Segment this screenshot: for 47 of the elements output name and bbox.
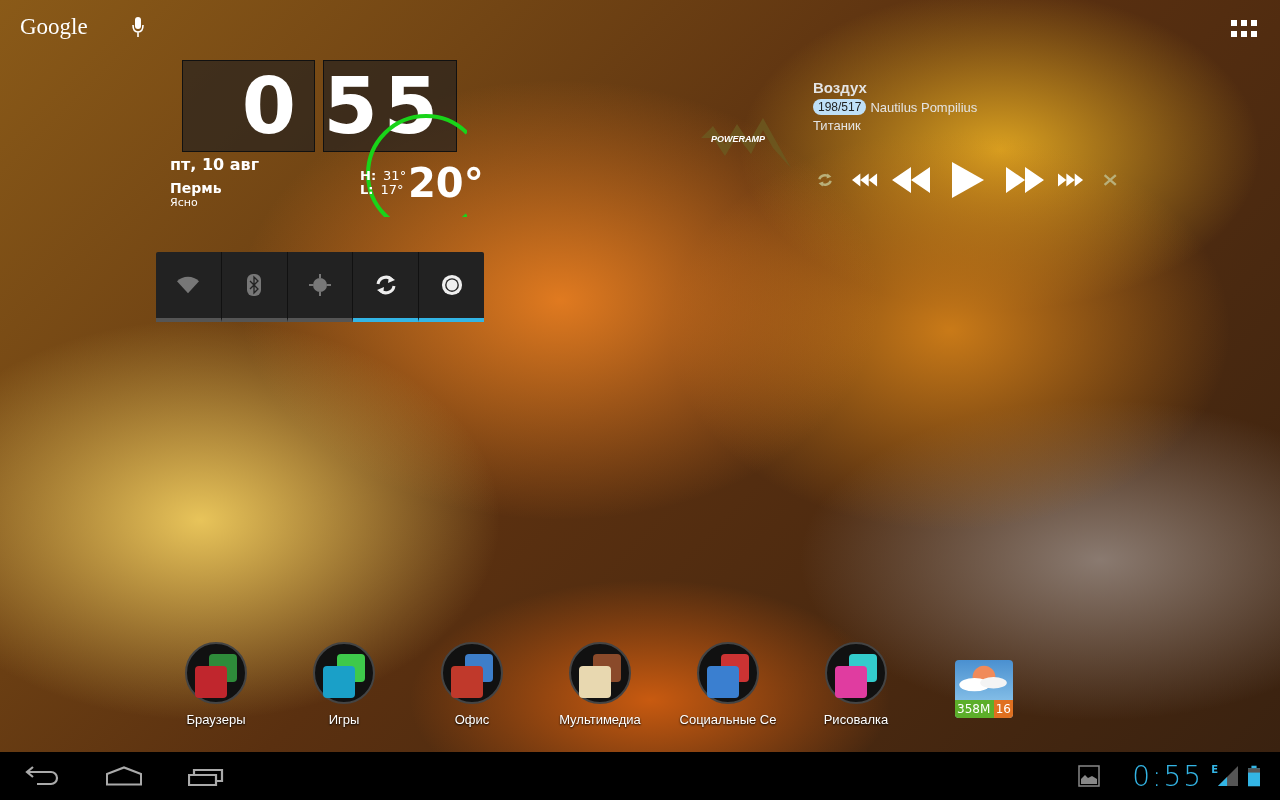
album-name: Титаник [813, 118, 862, 133]
folder-label: Игры [328, 712, 360, 727]
high-temperature: 31° [383, 169, 407, 183]
bluetooth-toggle[interactable] [221, 252, 288, 322]
folder-label: Браузеры [186, 712, 246, 727]
gps-toggle[interactable] [287, 252, 354, 322]
folder-label: Офис [454, 712, 490, 727]
next-track-icon[interactable] [1058, 172, 1084, 188]
google-search-label[interactable]: Google [20, 14, 88, 40]
network-type: E [1211, 764, 1218, 775]
wifi-icon [177, 274, 200, 296]
track-counter: 198/517 [813, 99, 867, 115]
brightness-icon [440, 274, 463, 296]
sync-icon [374, 274, 397, 296]
recent-apps-icon[interactable] [188, 766, 224, 786]
home-icon[interactable] [106, 766, 142, 786]
condition-text: Ясно [170, 196, 199, 209]
track-title: Воздух [813, 79, 868, 96]
city-text: Пермь [170, 180, 223, 196]
artist-name: Nautilus Pompilius [870, 99, 978, 115]
back-icon[interactable] [24, 766, 60, 786]
folder-label: Социальные Се [679, 712, 777, 727]
player-logo: POWERAMP [711, 134, 765, 144]
wifi-toggle[interactable] [156, 252, 222, 322]
weather-app-badge: 16 [993, 700, 1013, 718]
location-icon [309, 274, 331, 296]
fast-forward-icon[interactable] [1006, 167, 1044, 193]
sync-toggle[interactable] [353, 252, 420, 322]
weather-app-badge: 358M [955, 700, 994, 718]
mountain-logo-icon [700, 118, 792, 168]
app-grid-icon[interactable] [1231, 20, 1257, 38]
play-icon[interactable] [952, 162, 984, 198]
image-notification-icon[interactable] [1078, 765, 1101, 787]
signal-icon [1218, 766, 1238, 786]
date-text: пт, 10 авг [170, 155, 260, 174]
previous-track-icon[interactable] [852, 172, 878, 188]
rewind-icon[interactable] [892, 167, 930, 193]
microphone-icon[interactable] [131, 16, 145, 38]
folder-label: Рисовалка [823, 712, 889, 727]
battery-icon [1248, 765, 1260, 787]
clock-minutes: 55 [323, 67, 444, 145]
weather-app-icon[interactable]: 358M 16 [955, 660, 1013, 718]
clock-hours: 0 [241, 67, 302, 145]
low-temperature: 17° [380, 183, 404, 197]
current-temperature: 20° [408, 160, 484, 206]
status-time: 0:55 [1132, 759, 1204, 793]
folder-label: Мультимедиа [559, 712, 641, 727]
